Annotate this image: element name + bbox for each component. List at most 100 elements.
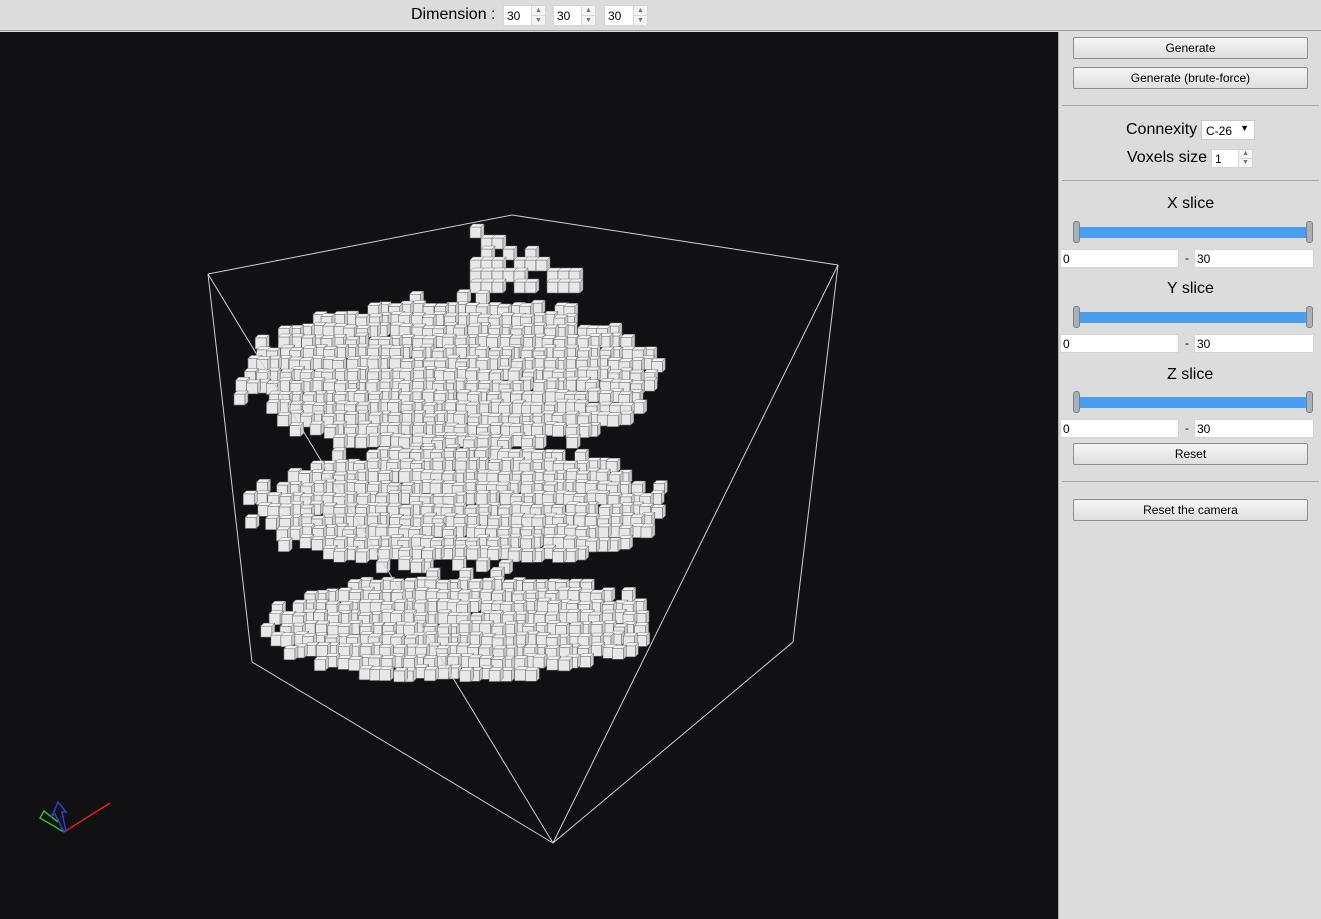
voxels-size-label: Voxels size: [1127, 149, 1208, 166]
voxel-cube: [283, 645, 299, 661]
voxel-cube: [289, 421, 305, 437]
spin-down-icon[interactable]: ▼: [634, 15, 647, 24]
voxels-size-value: 1: [1215, 152, 1222, 166]
voxel-cube: [354, 433, 371, 449]
3d-viewport[interactable]: [0, 32, 1058, 919]
spin-arrows[interactable]: ▲ ▼: [581, 6, 595, 25]
y-slice-min-input[interactable]: 0: [1060, 334, 1179, 353]
z-slice-range-slider[interactable]: [1073, 390, 1313, 414]
slider-min-handle[interactable]: [1073, 221, 1080, 243]
spin-down-icon[interactable]: ▼: [532, 15, 545, 24]
slider-max-handle[interactable]: [1306, 391, 1313, 413]
voxel-cube: [596, 523, 613, 539]
spin-up-icon[interactable]: ▲: [582, 6, 595, 15]
x-axis-line: [63, 802, 111, 833]
spin-up-icon[interactable]: ▲: [532, 6, 545, 15]
bbox-edge: [552, 641, 794, 844]
dimension-x-value: 30: [507, 9, 521, 23]
generate-brute-force-button[interactable]: Generate (brute-force): [1073, 67, 1308, 89]
voxel-cube: [579, 652, 595, 669]
voxel-cube: [551, 422, 568, 438]
y-slice-max-input[interactable]: 30: [1194, 334, 1314, 353]
separator: [1062, 481, 1319, 482]
voxel-cube: [524, 666, 540, 682]
dimension-y-spinbox[interactable]: 30 ▲ ▼: [553, 5, 596, 26]
voxel-cube: [551, 547, 568, 564]
voxel-cube: [337, 642, 353, 658]
voxel-cube: [276, 411, 292, 428]
voxel-cube: [491, 278, 507, 294]
x-slice-range-slider[interactable]: [1073, 220, 1313, 244]
bbox-edge: [251, 661, 554, 844]
voxel-cube: [429, 479, 445, 495]
voxel-cube: [410, 558, 426, 574]
voxel-cube: [475, 557, 491, 573]
range-separator: -: [1185, 336, 1189, 350]
voxel-cube: [397, 555, 413, 571]
spin-arrows[interactable]: ▲ ▼: [1238, 150, 1252, 167]
dimension-x-spinbox[interactable]: 30 ▲ ▼: [503, 5, 546, 26]
dimension-z-spinbox[interactable]: 30 ▲ ▼: [604, 5, 648, 26]
voxel-cube: [233, 390, 249, 406]
voxel-cube: [465, 367, 481, 383]
voxel-cube: [586, 387, 602, 403]
slider-min-handle[interactable]: [1073, 306, 1080, 328]
slider-track[interactable]: [1077, 227, 1309, 238]
z-slice-min-input[interactable]: 0: [1060, 419, 1179, 438]
z-slice-max-input[interactable]: 30: [1194, 419, 1314, 438]
voxels-size-spinbox[interactable]: 1 ▲ ▼: [1211, 149, 1253, 168]
reset-camera-button[interactable]: Reset the camera: [1073, 499, 1308, 521]
connexity-value: C-26: [1206, 124, 1233, 138]
voxel-cube: [488, 666, 504, 683]
voxel-cube: [378, 666, 395, 682]
slider-track[interactable]: [1077, 312, 1309, 323]
spin-down-icon[interactable]: ▼: [582, 15, 595, 24]
chevron-down-icon[interactable]: ▼: [1240, 123, 1249, 133]
voxel-cube: [532, 653, 548, 669]
voxel-cube: [562, 535, 578, 551]
voxel-cube: [564, 410, 580, 426]
y-slice-range-slider[interactable]: [1073, 305, 1313, 329]
voxel-cube: [280, 632, 296, 648]
x-slice-title: X slice: [1167, 195, 1215, 212]
voxel-cube: [333, 547, 349, 563]
voxel-cube: [466, 545, 482, 561]
generate-button[interactable]: Generate: [1073, 37, 1308, 59]
slider-track[interactable]: [1077, 397, 1309, 408]
voxel-cube: [611, 644, 627, 660]
voxel-scene[interactable]: [0, 32, 1058, 919]
reset-button[interactable]: Reset: [1073, 443, 1308, 465]
range-separator: -: [1185, 251, 1189, 265]
x-slice-max-input[interactable]: 30: [1194, 249, 1314, 268]
voxel-cube: [423, 666, 439, 682]
dimension-label: Dimension :: [411, 6, 496, 23]
voxel-cube: [264, 515, 281, 531]
dimension-y-value: 30: [557, 9, 571, 23]
top-toolbar: Dimension : 30 ▲ ▼ 30 ▲ ▼ 30 ▲ ▼: [0, 0, 1321, 31]
voxel-cube: [355, 548, 371, 564]
spin-arrows[interactable]: ▲ ▼: [531, 6, 545, 25]
x-slice-min-input[interactable]: 0: [1060, 249, 1179, 268]
connexity-select[interactable]: C-26 ▼: [1201, 120, 1255, 140]
spin-up-icon[interactable]: ▲: [1239, 150, 1252, 158]
bbox-edge: [207, 273, 253, 663]
voxel-cube: [632, 399, 648, 415]
voxel-cube: [344, 410, 360, 427]
separator: [1062, 180, 1319, 181]
slider-max-handle[interactable]: [1306, 306, 1313, 328]
slider-max-handle[interactable]: [1306, 221, 1313, 243]
spin-arrows[interactable]: ▲ ▼: [633, 6, 647, 25]
bbox-edge: [207, 214, 513, 275]
spin-up-icon[interactable]: ▲: [634, 6, 647, 15]
voxel-cube: [524, 278, 540, 294]
slider-min-handle[interactable]: [1073, 391, 1080, 413]
spin-down-icon[interactable]: ▼: [1239, 158, 1252, 166]
bbox-edge: [511, 214, 839, 266]
voxel-cube: [268, 610, 284, 626]
axis-gizmo-icon: [38, 800, 111, 833]
voxel-cube: [642, 376, 659, 392]
dimension-z-value: 30: [608, 9, 622, 23]
voxel-cube: [459, 667, 475, 683]
voxel-cube: [366, 355, 382, 371]
voxel-cube: [568, 278, 584, 294]
